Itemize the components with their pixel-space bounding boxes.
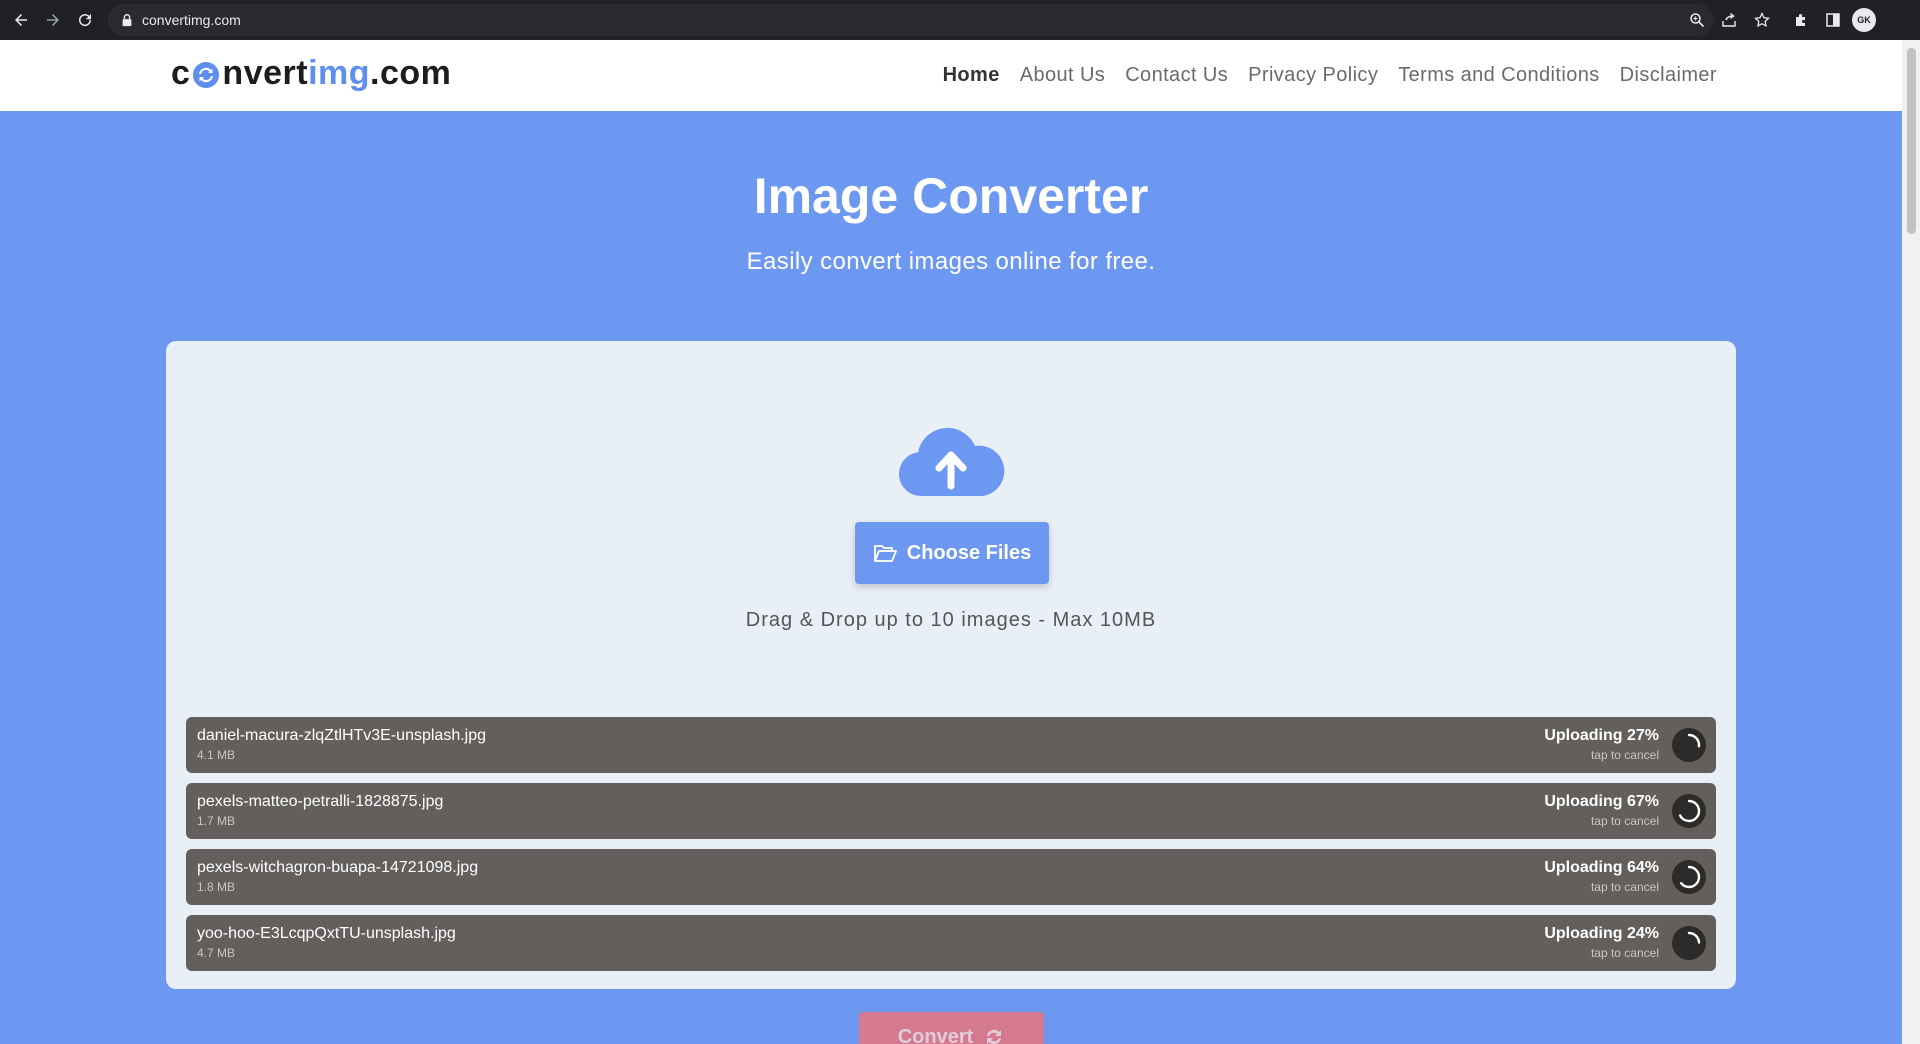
nav-about-us[interactable]: About Us bbox=[1020, 64, 1105, 87]
tap-to-cancel[interactable]: tap to cancel bbox=[1591, 748, 1659, 762]
file-size: 1.8 MB bbox=[197, 880, 236, 894]
browser-toolbar: convertimg.com GK bbox=[0, 0, 1920, 40]
profile-avatar[interactable]: GK bbox=[1852, 8, 1876, 32]
progress-arc bbox=[1677, 733, 1701, 757]
upload-status: Uploading 27% bbox=[1544, 727, 1659, 744]
url-text: convertimg.com bbox=[142, 12, 241, 28]
page-title: Image Converter bbox=[753, 168, 1149, 224]
logo-text-nvert: nvert bbox=[222, 53, 309, 92]
logo-text-domain: .com bbox=[370, 53, 452, 92]
refresh-arrows-icon bbox=[191, 60, 221, 90]
file-item[interactable]: pexels-witchagron-buapa-14721098.jpg 1.8… bbox=[186, 849, 1716, 905]
nav-disclaimer[interactable]: Disclaimer bbox=[1620, 64, 1717, 87]
file-size: 1.7 MB bbox=[197, 814, 236, 828]
bookmark-star-icon[interactable] bbox=[1751, 9, 1773, 31]
cloud-upload-icon bbox=[898, 427, 1005, 497]
file-name: pexels-witchagron-buapa-14721098.jpg bbox=[197, 859, 479, 876]
choose-files-label: Choose Files bbox=[906, 541, 1032, 564]
upload-status: Uploading 67% bbox=[1544, 793, 1659, 810]
upload-status: Uploading 64% bbox=[1544, 859, 1659, 876]
nav-contact-us[interactable]: Contact Us bbox=[1125, 64, 1228, 87]
tap-to-cancel[interactable]: tap to cancel bbox=[1591, 946, 1659, 960]
progress-arc bbox=[1677, 799, 1701, 823]
progress-arc bbox=[1677, 931, 1701, 955]
scrollbar-thumb[interactable] bbox=[1907, 48, 1916, 234]
file-item[interactable]: daniel-macura-zlqZtlHTv3E-unsplash.jpg 4… bbox=[186, 717, 1716, 773]
progress-ring-icon bbox=[1672, 860, 1706, 894]
nav-home[interactable]: Home bbox=[943, 64, 1000, 87]
upload-file-list: daniel-macura-zlqZtlHTv3E-unsplash.jpg 4… bbox=[186, 717, 1716, 981]
side-panel-icon[interactable] bbox=[1822, 9, 1844, 31]
upload-dropzone[interactable]: Choose Files Drag & Drop up to 10 images… bbox=[166, 341, 1736, 989]
reload-icon[interactable] bbox=[73, 8, 97, 32]
file-name: yoo-hoo-E3LcqpQxtTU-unsplash.jpg bbox=[197, 925, 456, 942]
upload-status: Uploading 24% bbox=[1544, 925, 1659, 942]
choose-files-button[interactable]: Choose Files bbox=[855, 522, 1049, 584]
page-viewport: c nvert img .com Home About Us Contact U… bbox=[0, 40, 1902, 1044]
file-name: pexels-matteo-petralli-1828875.jpg bbox=[197, 793, 444, 810]
file-item[interactable]: pexels-matteo-petralli-1828875.jpg 1.7 M… bbox=[186, 783, 1716, 839]
tap-to-cancel[interactable]: tap to cancel bbox=[1591, 814, 1659, 828]
site-logo[interactable]: c nvert img .com bbox=[171, 52, 451, 94]
extensions-icon[interactable] bbox=[1790, 9, 1812, 31]
nav-privacy-policy[interactable]: Privacy Policy bbox=[1248, 64, 1378, 87]
convert-label: Convert bbox=[897, 1026, 974, 1044]
main-nav: Home About Us Contact Us Privacy Policy … bbox=[943, 40, 1717, 111]
logo-text-c: c bbox=[171, 53, 191, 92]
file-size: 4.1 MB bbox=[197, 748, 236, 762]
zoom-icon[interactable] bbox=[1686, 9, 1708, 31]
forward-icon[interactable] bbox=[41, 8, 65, 32]
progress-ring-icon bbox=[1672, 794, 1706, 828]
site-header: c nvert img .com Home About Us Contact U… bbox=[0, 40, 1902, 111]
logo-text-img: img bbox=[308, 53, 371, 92]
page-subtitle: Easily convert images online for free. bbox=[746, 248, 1156, 275]
share-icon[interactable] bbox=[1718, 9, 1740, 31]
back-icon[interactable] bbox=[9, 8, 33, 32]
drop-hint-text: Drag & Drop up to 10 images - Max 10MB bbox=[745, 609, 1157, 631]
file-name: daniel-macura-zlqZtlHTv3E-unsplash.jpg bbox=[197, 727, 487, 744]
file-item[interactable]: yoo-hoo-E3LcqpQxtTU-unsplash.jpg 4.7 MB … bbox=[186, 915, 1716, 971]
progress-ring-icon bbox=[1672, 728, 1706, 762]
progress-arc bbox=[1677, 865, 1701, 889]
convert-button[interactable]: Convert bbox=[859, 1012, 1044, 1044]
folder-open-icon bbox=[873, 545, 897, 562]
nav-terms-and-conditions[interactable]: Terms and Conditions bbox=[1398, 64, 1599, 87]
address-bar[interactable]: convertimg.com bbox=[108, 4, 1714, 36]
page-scrollbar[interactable] bbox=[1902, 40, 1920, 1044]
refresh-icon bbox=[987, 1029, 1002, 1044]
file-size: 4.7 MB bbox=[197, 946, 236, 960]
lock-icon bbox=[122, 14, 132, 27]
tap-to-cancel[interactable]: tap to cancel bbox=[1591, 880, 1659, 894]
progress-ring-icon bbox=[1672, 926, 1706, 960]
